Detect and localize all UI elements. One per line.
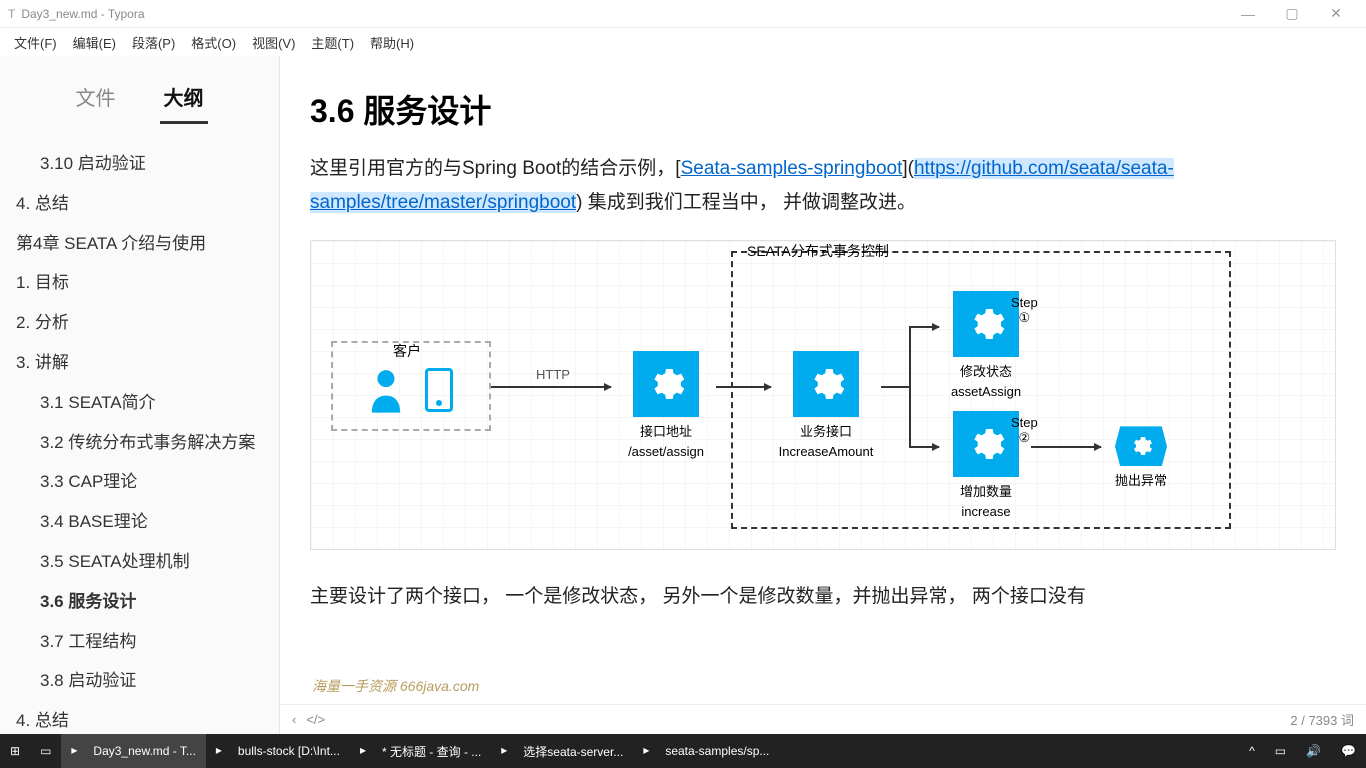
outline-item[interactable]: 2. 分析 xyxy=(12,303,267,343)
seata-title: SEATA分布式事务控制 xyxy=(741,239,895,263)
maximize-button[interactable]: ▢ xyxy=(1270,5,1314,22)
outline-item[interactable]: 第4章 SEATA 介绍与使用 xyxy=(12,224,267,264)
menu-file[interactable]: 文件(F) xyxy=(6,31,65,54)
titlebar: T Day3_new.md - Typora — ▢ ✕ xyxy=(0,0,1366,28)
paragraph-intro: 这里引用官方的与Spring Boot的结合示例，[Seata-samples-… xyxy=(310,152,1336,220)
outline-item[interactable]: 3.5 SEATA处理机制 xyxy=(12,542,267,582)
outline-item[interactable]: 3.2 传统分布式事务解决方案 xyxy=(12,423,267,463)
menu-view[interactable]: 视图(V) xyxy=(244,31,303,54)
outline-item[interactable]: 3.3 CAP理论 xyxy=(12,462,267,502)
nav-source[interactable]: </> xyxy=(306,712,325,727)
gear-icon xyxy=(953,411,1019,477)
taskbar-item[interactable]: ▸选择seata-server... xyxy=(491,734,633,768)
editor-content[interactable]: 3.6 服务设计 这里引用官方的与Spring Boot的结合示例，[Seata… xyxy=(280,56,1366,734)
menubar: 文件(F) 编辑(E) 段落(P) 格式(O) 视图(V) 主题(T) 帮助(H… xyxy=(0,28,1366,56)
outline-list[interactable]: 3.10 启动验证4. 总结第4章 SEATA 介绍与使用1. 目标2. 分析3… xyxy=(0,124,279,734)
taskbar-item[interactable]: ▸bulls-stock [D:\Int... xyxy=(206,734,350,768)
gear-icon xyxy=(793,351,859,417)
app-icon: ▸ xyxy=(216,743,232,759)
step2-node: Step ② 增加数量 increase xyxy=(941,411,1031,519)
minimize-button[interactable]: — xyxy=(1226,6,1270,22)
outline-item[interactable]: 3.4 BASE理论 xyxy=(12,502,267,542)
outline-item[interactable]: 3. 讲解 xyxy=(12,343,267,383)
link-sample[interactable]: Seata-samples-springboot xyxy=(681,158,903,179)
start-button[interactable]: ⊞ xyxy=(0,734,30,768)
gear-icon xyxy=(1115,426,1167,466)
outline-item[interactable]: 3.1 SEATA简介 xyxy=(12,383,267,423)
biz-node: 业务接口 IncreaseAmount xyxy=(771,351,881,459)
outline-item[interactable]: 4. 总结 xyxy=(12,184,267,224)
statusbar: ‹ </> 2 / 7393 词 xyxy=(280,704,1366,734)
arrow xyxy=(716,386,771,388)
outline-item[interactable]: 3.8 启动验证 xyxy=(12,661,267,701)
http-label: HTTP xyxy=(536,367,570,382)
tray-up[interactable]: ^ xyxy=(1239,734,1265,768)
taskbar-item[interactable]: ▸* 无标题 - 查询 - ... xyxy=(350,734,491,768)
gear-icon xyxy=(633,351,699,417)
outline-item[interactable]: 3.7 工程结构 xyxy=(12,622,267,662)
close-button[interactable]: ✕ xyxy=(1314,5,1358,22)
app-icon: ▸ xyxy=(643,743,659,759)
tab-outline[interactable]: 大纲 xyxy=(160,76,208,124)
outline-item[interactable]: 1. 目标 xyxy=(12,263,267,303)
tray-notif[interactable]: 💬 xyxy=(1331,734,1366,768)
tray-ime[interactable]: ▭ xyxy=(1265,734,1296,768)
step1-node: Step ① 修改状态 assetAssign xyxy=(941,291,1031,399)
app-icon: ▸ xyxy=(501,743,517,759)
app-icon: ▸ xyxy=(360,743,376,759)
section-heading: 3.6 服务设计 xyxy=(310,86,1336,132)
app-icon: T xyxy=(8,7,15,21)
nav-back[interactable]: ‹ xyxy=(292,712,296,727)
outline-item[interactable]: 3.6 服务设计 xyxy=(12,582,267,622)
sidebar: 文件 大纲 3.10 启动验证4. 总结第4章 SEATA 介绍与使用1. 目标… xyxy=(0,56,280,734)
endpoint-node: 接口地址 /asset/assign xyxy=(616,351,716,459)
watermark: 海量一手资源 666java.com xyxy=(312,676,479,696)
client-box: 客户 xyxy=(331,341,491,431)
menu-paragraph[interactable]: 段落(P) xyxy=(124,31,183,54)
throw-node: 抛出异常 xyxy=(1106,426,1176,489)
task-view[interactable]: ▭ xyxy=(30,734,61,768)
window-title: Day3_new.md - Typora xyxy=(21,7,1226,21)
menu-edit[interactable]: 编辑(E) xyxy=(65,31,124,54)
taskbar-item[interactable]: ▸seata-samples/sp... xyxy=(633,734,779,768)
arrow-http xyxy=(491,386,611,388)
tray-volume[interactable]: 🔊 xyxy=(1296,734,1331,768)
tab-file[interactable]: 文件 xyxy=(72,76,120,124)
outline-item[interactable]: 3.10 启动验证 xyxy=(12,144,267,184)
menu-help[interactable]: 帮助(H) xyxy=(362,31,422,54)
sidebar-tabs: 文件 大纲 xyxy=(0,56,279,124)
menu-format[interactable]: 格式(O) xyxy=(183,31,244,54)
outline-item[interactable]: 4. 总结 xyxy=(12,701,267,734)
person-icon xyxy=(369,365,403,415)
taskbar: ⊞ ▭ ▸Day3_new.md - T...▸bulls-stock [D:\… xyxy=(0,734,1366,768)
phone-icon xyxy=(425,368,453,412)
menu-theme[interactable]: 主题(T) xyxy=(303,31,362,54)
main: 文件 大纲 3.10 启动验证4. 总结第4章 SEATA 介绍与使用1. 目标… xyxy=(0,56,1366,734)
gear-icon xyxy=(953,291,1019,357)
word-count[interactable]: 2 / 7393 词 xyxy=(1290,710,1354,729)
paragraph-summary: 主要设计了两个接口， 一个是修改状态， 另外一个是修改数量，并抛出异常， 两个接… xyxy=(310,580,1336,614)
taskbar-item[interactable]: ▸Day3_new.md - T... xyxy=(61,734,206,768)
architecture-diagram: SEATA分布式事务控制 客户 HTTP 接口地址 /asset/assign … xyxy=(310,240,1336,550)
app-icon: ▸ xyxy=(71,743,87,759)
